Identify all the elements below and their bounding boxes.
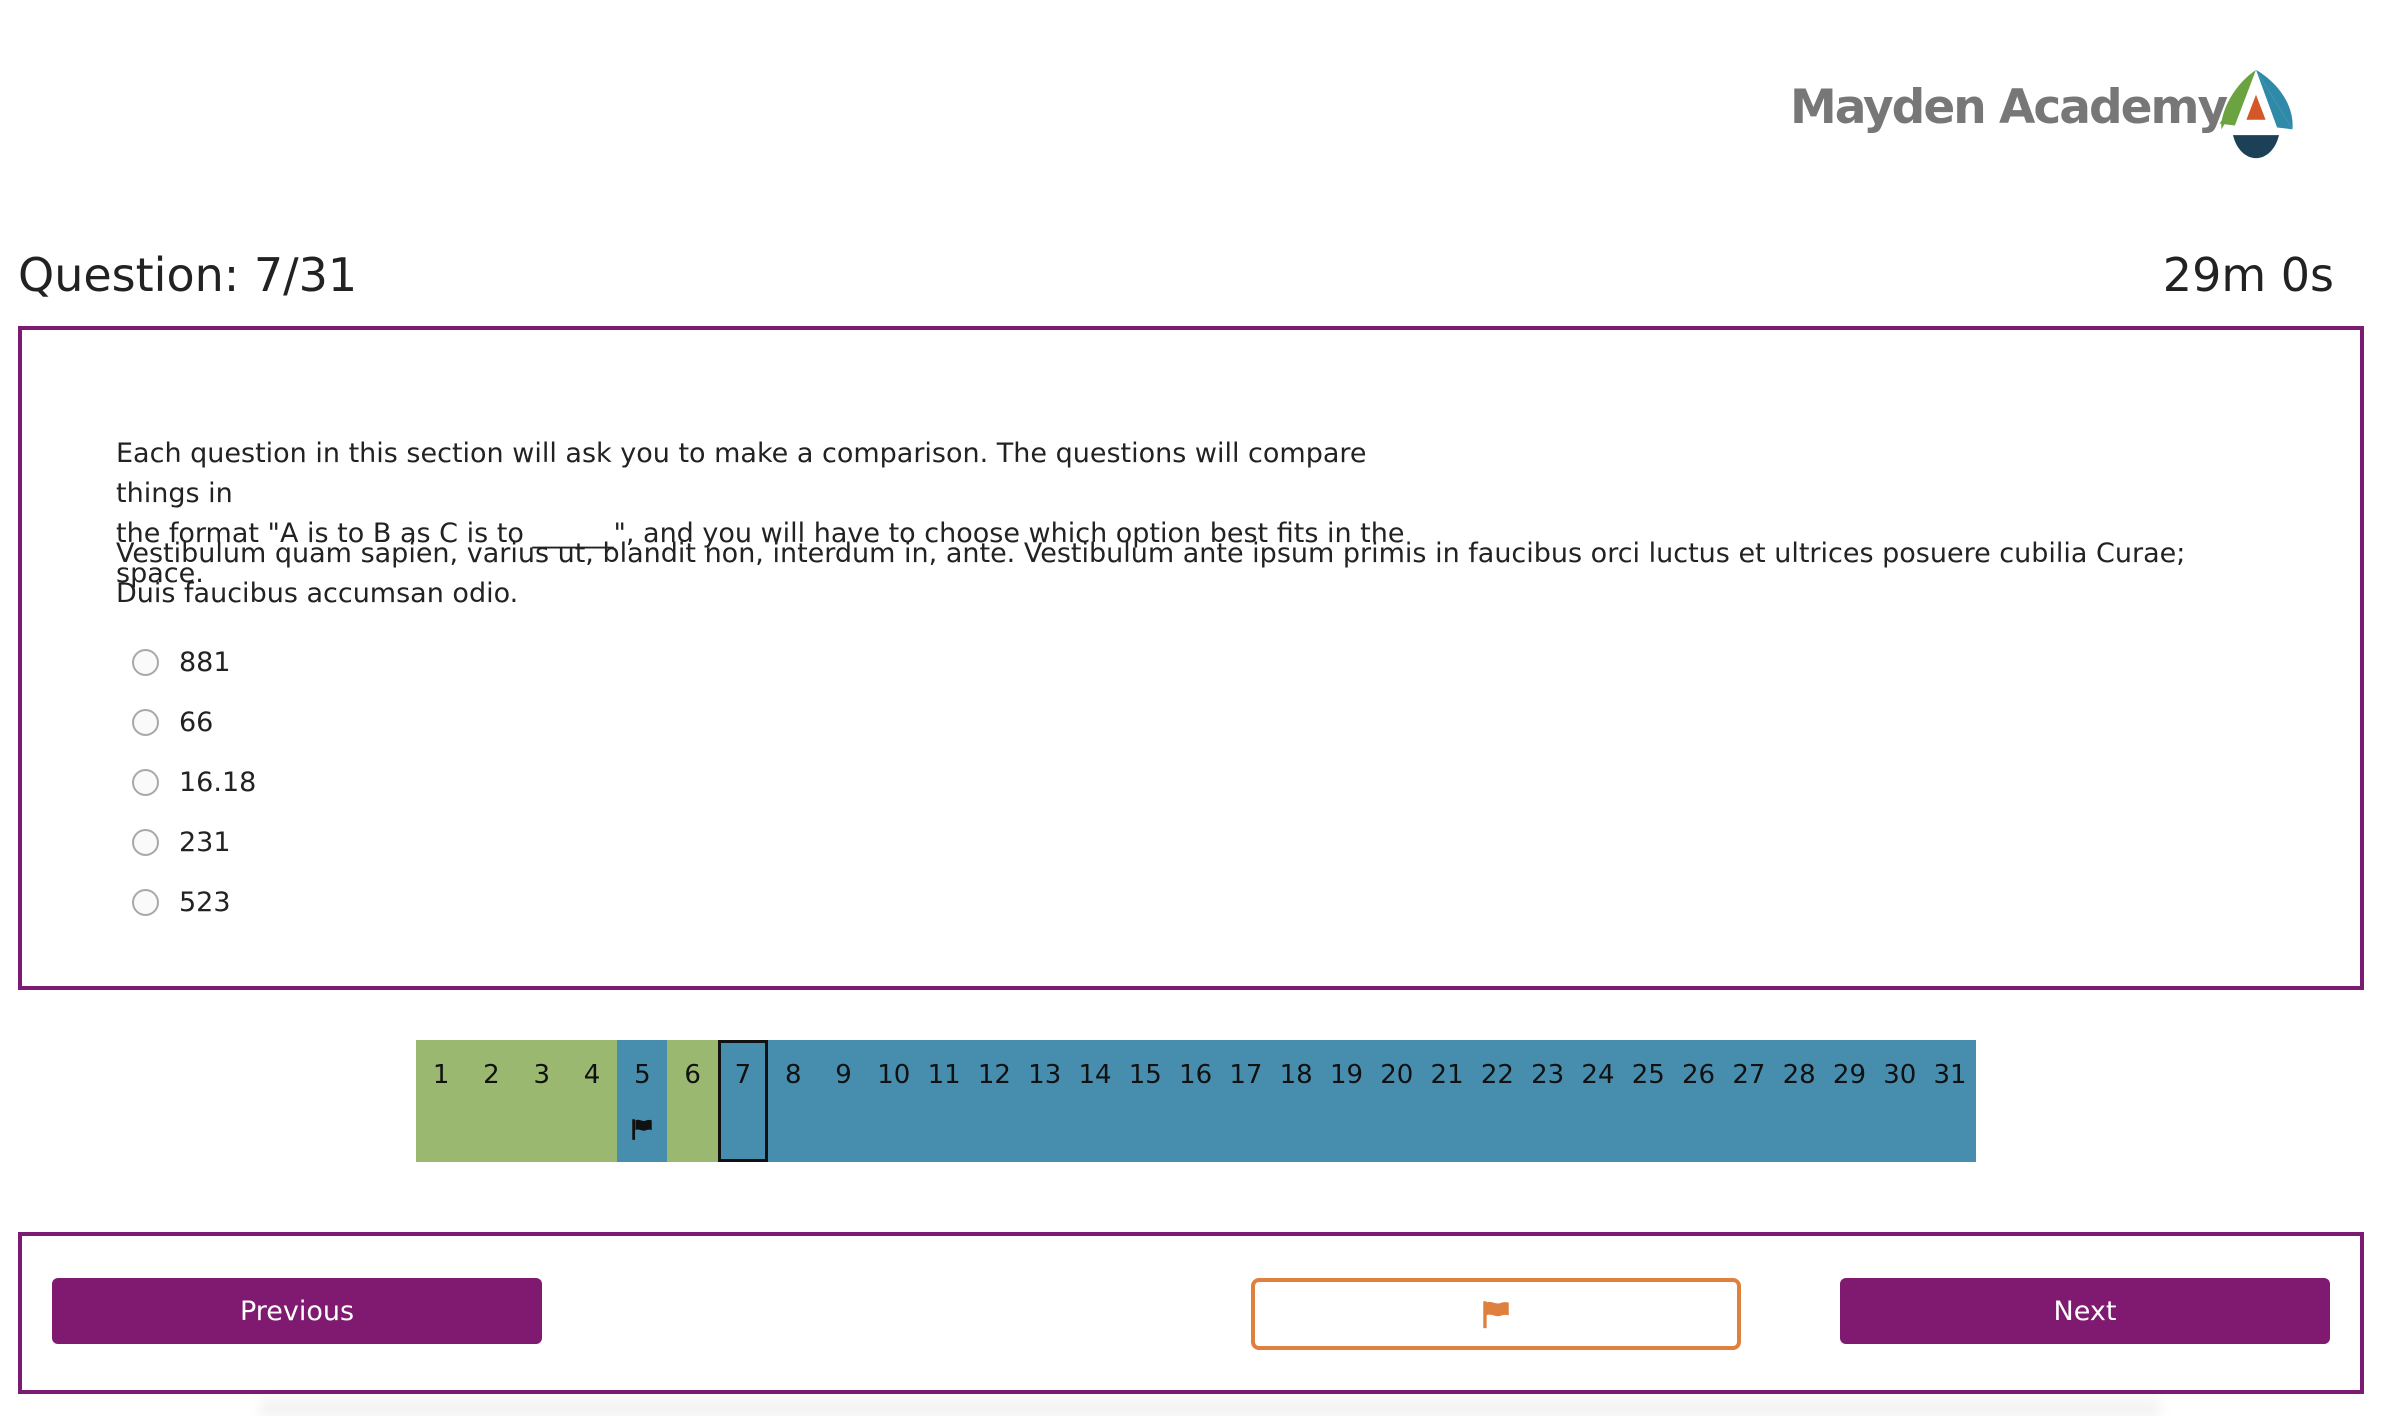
flag-icon [632,1119,653,1140]
nav-question-number: 20 [1380,1060,1414,1090]
nav-question-number: 8 [784,1060,802,1090]
radio-button[interactable] [132,648,159,676]
nav-question-3[interactable]: 3 [516,1040,567,1162]
answer-option[interactable]: 881 [132,632,256,692]
footer-controls: Previous Next [18,1232,2364,1394]
nav-question-number: 23 [1531,1060,1565,1090]
option-label: 16.18 [179,766,257,798]
nav-question-5[interactable]: 5 [617,1040,668,1162]
countdown-timer: 29m 0s [2162,248,2334,302]
nav-question-number: 31 [1933,1060,1967,1090]
brand-name: Mayden Academy [1790,80,2228,135]
brand-logo: Mayden Academy [1790,66,2310,162]
nav-question-number: 13 [1028,1060,1062,1090]
nav-question-30[interactable]: 30 [1874,1040,1925,1162]
nav-question-27[interactable]: 27 [1723,1040,1775,1162]
nav-question-7[interactable]: 7 [717,1040,769,1162]
radio-button[interactable] [132,708,159,736]
nav-question-number: 24 [1581,1060,1615,1090]
nav-question-2[interactable]: 2 [466,1040,517,1162]
nav-question-number: 12 [977,1060,1011,1090]
nav-question-18[interactable]: 18 [1271,1040,1322,1162]
nav-question-14[interactable]: 14 [1069,1040,1121,1162]
question-panel: Each question in this section will ask y… [18,326,2364,990]
nav-question-24[interactable]: 24 [1572,1040,1624,1162]
nav-question-31[interactable]: 31 [1924,1040,1976,1162]
nav-question-number: 16 [1179,1060,1213,1090]
nav-question-number: 9 [835,1060,852,1090]
nav-question-1[interactable]: 1 [416,1040,467,1162]
intro-line-1: Each question in this section will ask y… [116,438,1367,509]
option-label: 881 [179,646,231,678]
nav-question-number: 14 [1078,1060,1112,1090]
flag-question-button[interactable] [1251,1278,1741,1350]
nav-question-number: 2 [483,1060,500,1090]
question-counter: Question: 7/31 [18,248,358,302]
nav-question-number: 5 [634,1060,651,1090]
nav-question-19[interactable]: 19 [1321,1040,1372,1162]
page-shadow [260,1396,2160,1416]
nav-question-29[interactable]: 29 [1824,1040,1875,1162]
nav-question-number: 11 [927,1060,961,1090]
radio-button[interactable] [132,768,159,796]
nav-question-number: 15 [1128,1060,1162,1090]
nav-question-22[interactable]: 22 [1472,1040,1523,1162]
nav-question-number: 3 [533,1060,551,1090]
nav-question-23[interactable]: 23 [1522,1040,1573,1162]
nav-question-number: 30 [1883,1060,1917,1090]
nav-question-17[interactable]: 17 [1220,1040,1272,1162]
nav-question-number: 18 [1279,1060,1313,1090]
nav-question-28[interactable]: 28 [1774,1040,1825,1162]
nav-question-6[interactable]: 6 [667,1040,718,1162]
nav-question-9[interactable]: 9 [818,1040,869,1162]
logo-a-icon [2219,69,2293,159]
nav-question-number: 25 [1631,1060,1665,1090]
answer-option[interactable]: 16.18 [132,752,256,812]
nav-question-13[interactable]: 13 [1019,1040,1070,1162]
nav-question-12[interactable]: 12 [969,1040,1020,1162]
question-navigator: 1 2 3 4 5 6 7 8 9 10 11 12 13 14 15 16 17 18 19 20 21 22 23 24 2… [416,1040,1976,1162]
nav-question-number: 10 [877,1060,911,1090]
nav-question-number: 4 [583,1060,601,1090]
nav-question-21[interactable]: 21 [1421,1040,1473,1162]
answer-option[interactable]: 231 [132,812,256,872]
nav-question-26[interactable]: 26 [1673,1040,1724,1162]
nav-question-11[interactable]: 11 [918,1040,970,1162]
nav-question-number: 26 [1682,1060,1716,1090]
nav-strip-filler [1975,1040,1976,1162]
answer-option[interactable]: 523 [132,872,256,932]
nav-question-number: 6 [684,1060,701,1090]
nav-question-10[interactable]: 10 [868,1040,919,1162]
radio-button[interactable] [132,828,159,856]
nav-question-15[interactable]: 15 [1120,1040,1171,1162]
option-label: 66 [179,706,214,738]
nav-question-25[interactable]: 25 [1623,1040,1674,1162]
option-label: 523 [179,886,231,918]
radio-button[interactable] [132,888,159,916]
nav-question-number: 27 [1732,1060,1766,1090]
nav-question-20[interactable]: 20 [1371,1040,1422,1162]
nav-question-number: 22 [1480,1060,1514,1090]
nav-question-number: 21 [1430,1060,1464,1090]
question-body: Vestibulum quam sapien, varius ut, bland… [116,538,2186,609]
nav-question-number: 7 [734,1060,752,1090]
nav-question-number: 29 [1832,1060,1866,1090]
option-label: 231 [179,826,231,858]
nav-question-number: 17 [1229,1060,1263,1090]
nav-question-16[interactable]: 16 [1170,1040,1221,1162]
nav-question-number: 19 [1329,1060,1364,1090]
nav-question-4[interactable]: 4 [566,1040,618,1162]
answer-options: 881 66 16.18 231 523 [132,632,256,932]
next-button[interactable]: Next [1840,1278,2330,1344]
nav-question-number: 1 [432,1060,450,1090]
flag-icon [1483,1301,1509,1329]
previous-button[interactable]: Previous [52,1278,542,1344]
nav-question-8[interactable]: 8 [768,1040,819,1162]
nav-question-number: 28 [1782,1060,1816,1090]
answer-option[interactable]: 66 [132,692,256,752]
